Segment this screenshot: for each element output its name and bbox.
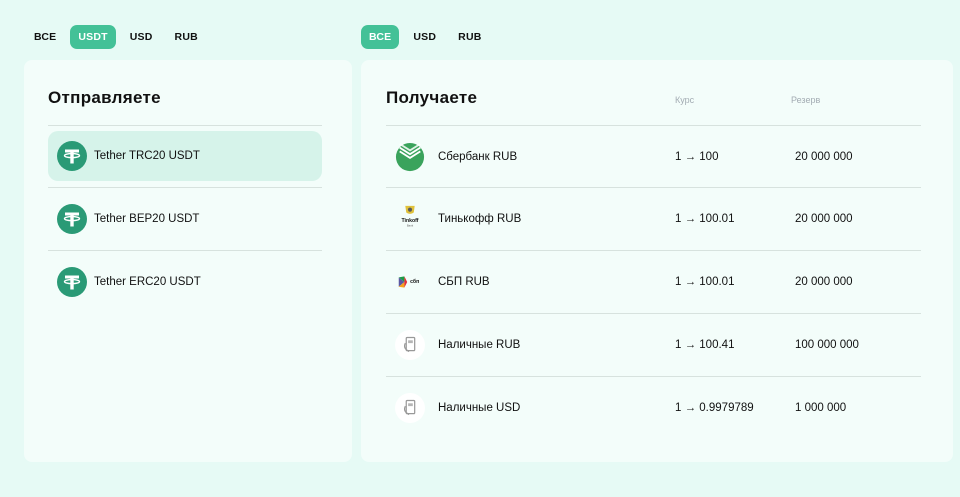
- receive-item-label: Наличные USD: [438, 402, 521, 414]
- tether-icon: [57, 204, 87, 234]
- send-filter-usdt[interactable]: USDT: [70, 25, 116, 49]
- receive-item-rate: 1 → 100.01: [675, 276, 735, 288]
- send-filter-rub[interactable]: RUB: [167, 25, 206, 49]
- receive-filter-rub[interactable]: RUB: [450, 25, 489, 49]
- receive-filter-usd[interactable]: USD: [405, 25, 444, 49]
- divider: [48, 187, 322, 188]
- send-item-label: Tether ERC20 USDT: [94, 276, 201, 288]
- receive-item-tinkoff-rub[interactable]: Tinkoff Bank Тинькофф RUB 1 → 100.01 20 …: [386, 188, 921, 250]
- tinkoff-logo-subtext: Bank: [407, 224, 414, 228]
- sbp-logo-text: сбп: [410, 278, 419, 285]
- divider: [48, 125, 322, 126]
- send-item-label: Tether BEP20 USDT: [94, 213, 200, 225]
- send-item-tether-bep20[interactable]: Tether BEP20 USDT: [48, 194, 322, 244]
- send-currency-filters: ВСЕ USDT USD RUB: [26, 25, 206, 49]
- receive-item-reserve: 100 000 000: [795, 339, 859, 351]
- cash-icon: [395, 393, 425, 423]
- receive-item-rate: 1 → 100.41: [675, 339, 735, 351]
- divider: [48, 250, 322, 251]
- send-filter-all[interactable]: ВСЕ: [26, 25, 64, 49]
- receive-item-reserve: 20 000 000: [795, 151, 853, 163]
- receive-item-label: Наличные RUB: [438, 339, 521, 351]
- receive-item-rate: 1 → 0.9979789: [675, 402, 754, 414]
- receive-title: Получаете: [386, 88, 478, 107]
- receive-item-reserve: 20 000 000: [795, 276, 853, 288]
- send-item-label: Tether TRC20 USDT: [94, 150, 200, 162]
- reserve-column-header: Резерв: [791, 95, 821, 105]
- sbp-icon: сбп: [395, 267, 425, 297]
- sberbank-icon: [395, 142, 425, 172]
- send-item-tether-trc20[interactable]: Tether TRC20 USDT: [48, 131, 322, 181]
- send-filter-usd[interactable]: USD: [122, 25, 161, 49]
- receive-item-rate: 1 → 100: [675, 151, 719, 163]
- tether-icon: [57, 267, 87, 297]
- send-title: Отправляете: [48, 88, 161, 107]
- receive-item-reserve: 1 000 000: [795, 402, 847, 414]
- receive-filter-all[interactable]: ВСЕ: [361, 25, 400, 49]
- receive-item-label: Тинькофф RUB: [438, 213, 522, 225]
- receive-panel: Получаете Курс Резерв Сбербанк RUB 1 → 1…: [361, 60, 953, 462]
- send-item-tether-erc20[interactable]: Tether ERC20 USDT: [48, 257, 322, 307]
- rate-column-header: Курс: [675, 95, 695, 105]
- receive-item-reserve: 20 000 000: [795, 213, 853, 225]
- receive-item-cash-usd[interactable]: Наличные USD 1 → 0.9979789 1 000 000: [386, 377, 921, 439]
- receive-item-rate: 1 → 100.01: [675, 213, 735, 225]
- receive-item-sberbank-rub[interactable]: Сбербанк RUB 1 → 100 20 000 000: [386, 126, 921, 188]
- tinkoff-icon: Tinkoff Bank: [395, 204, 425, 234]
- send-panel: Отправляете Tether TRC20 USDT Tether BEP…: [24, 60, 352, 462]
- receive-item-sbp-rub[interactable]: сбп СБП RUB 1 → 100.01 20 000 000: [386, 251, 921, 313]
- receive-item-label: Сбербанк RUB: [438, 151, 518, 163]
- cash-icon: [395, 330, 425, 360]
- receive-item-cash-rub[interactable]: Наличные RUB 1 → 100.41 100 000 000: [386, 314, 921, 376]
- receive-currency-filters: ВСЕ USD RUB: [361, 25, 490, 49]
- tether-icon: [57, 141, 87, 171]
- receive-item-label: СБП RUB: [438, 276, 490, 288]
